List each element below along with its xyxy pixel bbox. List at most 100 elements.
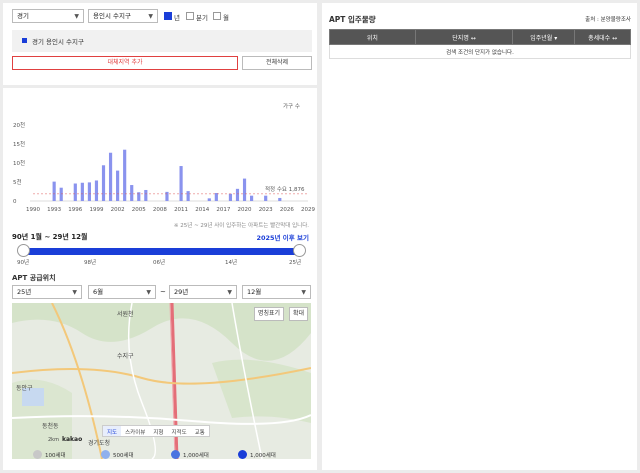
map-label: 경기도청: [88, 440, 111, 447]
x-tick-label: 1990: [26, 207, 40, 213]
chart-bar: [179, 166, 183, 201]
legend-label: 500세대: [113, 452, 134, 459]
kakao-logo: kakao: [62, 436, 83, 443]
period-slider-track[interactable]: [23, 248, 299, 255]
from-month-value: 6월: [93, 288, 104, 296]
empty-message: 검색 조건의 단지가 없습니다.: [329, 44, 631, 59]
range-label: 90년 1월 ~ 29년 12월: [12, 233, 88, 241]
x-tick-label: 2020: [238, 207, 252, 213]
year-checkbox-label: 년: [174, 14, 180, 22]
quarter-checkbox[interactable]: [186, 12, 194, 20]
data-source: 출처 : 분양물량조사: [585, 17, 631, 23]
period-slider-start-handle[interactable]: [17, 244, 30, 257]
chevron-down-icon: ▼: [72, 289, 77, 296]
chart-bar: [73, 183, 77, 201]
chart-bar: [144, 189, 148, 201]
x-tick-label: 2011: [174, 207, 188, 213]
chart-bar: [165, 191, 169, 201]
x-tick-label: 1999: [89, 207, 103, 213]
month-checkbox[interactable]: [213, 12, 221, 20]
map-type-tabs: 지도 스카이뷰 지형 지적도 교통: [102, 425, 210, 437]
x-tick-label: 2026: [280, 207, 294, 213]
year-checkbox[interactable]: [164, 12, 172, 20]
legend-1000-plus: 1,000세대: [238, 450, 276, 459]
map-tab-cadastral[interactable]: 지적도: [168, 426, 191, 436]
to-month-value: 12월: [247, 288, 262, 296]
col-total-units[interactable]: 총세대수 ↔: [574, 29, 631, 45]
chart-bar: [228, 193, 233, 201]
supply-bar-chart: 20천 15천 10천 5천 0 가구 수적정 수요 1,876 1990 1993 1996 1…: [13, 102, 315, 213]
clear-all-button[interactable]: 전체삭제: [242, 56, 312, 70]
col-location[interactable]: 위치: [329, 29, 416, 45]
map-name-toggle-button[interactable]: 명칭표기: [254, 307, 285, 321]
x-tick-label: 2002: [111, 207, 125, 213]
slider-tick: 06년: [153, 260, 166, 266]
add-compare-region-button[interactable]: 대체지역 추가: [12, 56, 238, 70]
chart-bar: [80, 182, 84, 201]
selected-region-box: 경기 용인시 수지구: [12, 30, 312, 52]
map-tab-terrain[interactable]: 지형: [149, 426, 167, 436]
map-tab-skyview[interactable]: 스카이뷰: [121, 426, 149, 436]
chevron-down-icon: ▼: [148, 13, 153, 20]
chart-bar: [207, 198, 211, 201]
legend-100: 100세대: [33, 450, 66, 459]
to-month-select[interactable]: 12월 ▼: [242, 285, 311, 299]
chart-bar: [123, 149, 127, 201]
legend-label: 1,000세대: [250, 452, 276, 459]
chart-bar: [94, 180, 99, 201]
map-tab-map[interactable]: 지도: [103, 426, 122, 436]
y-tick-label: 15천: [13, 140, 25, 148]
move-in-title: APT 입주물량: [329, 15, 376, 24]
range-tilde: ~: [160, 288, 166, 296]
from-year-value: 25년: [17, 288, 32, 296]
chart-bar: [278, 197, 282, 201]
col-complex-name[interactable]: 단지명 ↔: [414, 29, 514, 45]
chevron-down-icon: ▼: [146, 289, 151, 296]
region-select-value: 경기: [17, 12, 29, 20]
district-select-value: 용인시 수지구: [93, 12, 131, 20]
chart-bar: [214, 193, 218, 201]
x-tick-label: 2008: [153, 207, 167, 213]
supply-map[interactable]: 명칭표기 확대 서원천 수지구 경기도청 동천동 동안구 kakao 2km 지…: [12, 303, 311, 459]
chart-bar: [101, 165, 106, 201]
x-tick-label: 1996: [68, 207, 82, 213]
reference-line-label: 적정 수요 1,876: [265, 186, 305, 193]
chevron-down-icon: ▼: [74, 13, 79, 20]
y-axis-label: 가구 수: [283, 102, 300, 110]
map-tab-traffic[interactable]: 교통: [191, 426, 209, 436]
quarter-checkbox-label: 분기: [196, 14, 208, 22]
x-tick-label: 2017: [216, 207, 230, 213]
chart-bar: [130, 185, 134, 201]
magnifier-icon: [33, 450, 42, 459]
map-expand-button[interactable]: 확대: [289, 307, 309, 321]
magnifier-icon: [171, 450, 180, 459]
col-move-in-date[interactable]: 입주년월 ▾: [512, 29, 576, 45]
from-year-select[interactable]: 25년 ▼: [12, 285, 82, 299]
move-in-table: 위치 단지명 ↔ 입주년월 ▾ 총세대수 ↔ 검색 조건의 단지가 없습니다.: [329, 29, 631, 59]
district-select[interactable]: 용인시 수지구 ▼: [88, 9, 158, 23]
filter-panel: 경기 ▼ 용인시 수지구 ▼ 년 분기 월 경기 용인시 수지구 대체지역 추가…: [3, 3, 317, 85]
selected-region-label: 경기 용인시 수지구: [32, 38, 84, 46]
chart-bar: [116, 170, 120, 201]
y-tick-label: 10천: [13, 159, 25, 167]
slider-tick: 25년: [289, 260, 302, 266]
chevron-down-icon: ▼: [227, 289, 232, 296]
chart-bar: [52, 181, 56, 201]
x-tick-label: 2014: [195, 207, 209, 213]
period-slider-end-handle[interactable]: [293, 244, 306, 257]
slider-tick: 98년: [84, 260, 97, 266]
view-after-2025-link[interactable]: 2025년 이후 보기: [256, 232, 309, 242]
chart-bar: [264, 195, 268, 201]
chart-bar: [242, 178, 247, 201]
y-tick-label: 5천: [13, 178, 22, 186]
map-label: 서원천: [117, 311, 134, 318]
region-select[interactable]: 경기 ▼: [12, 9, 84, 23]
slider-tick: 14년: [225, 260, 238, 266]
chart-bar: [87, 182, 91, 201]
from-month-select[interactable]: 6월 ▼: [88, 285, 156, 299]
legend-label: 1,000세대: [183, 452, 209, 459]
map-label: 수지구: [117, 353, 134, 360]
legend-label: 100세대: [45, 452, 66, 459]
to-year-select[interactable]: 29년 ▼: [169, 285, 237, 299]
y-tick-label: 20천: [13, 121, 25, 129]
